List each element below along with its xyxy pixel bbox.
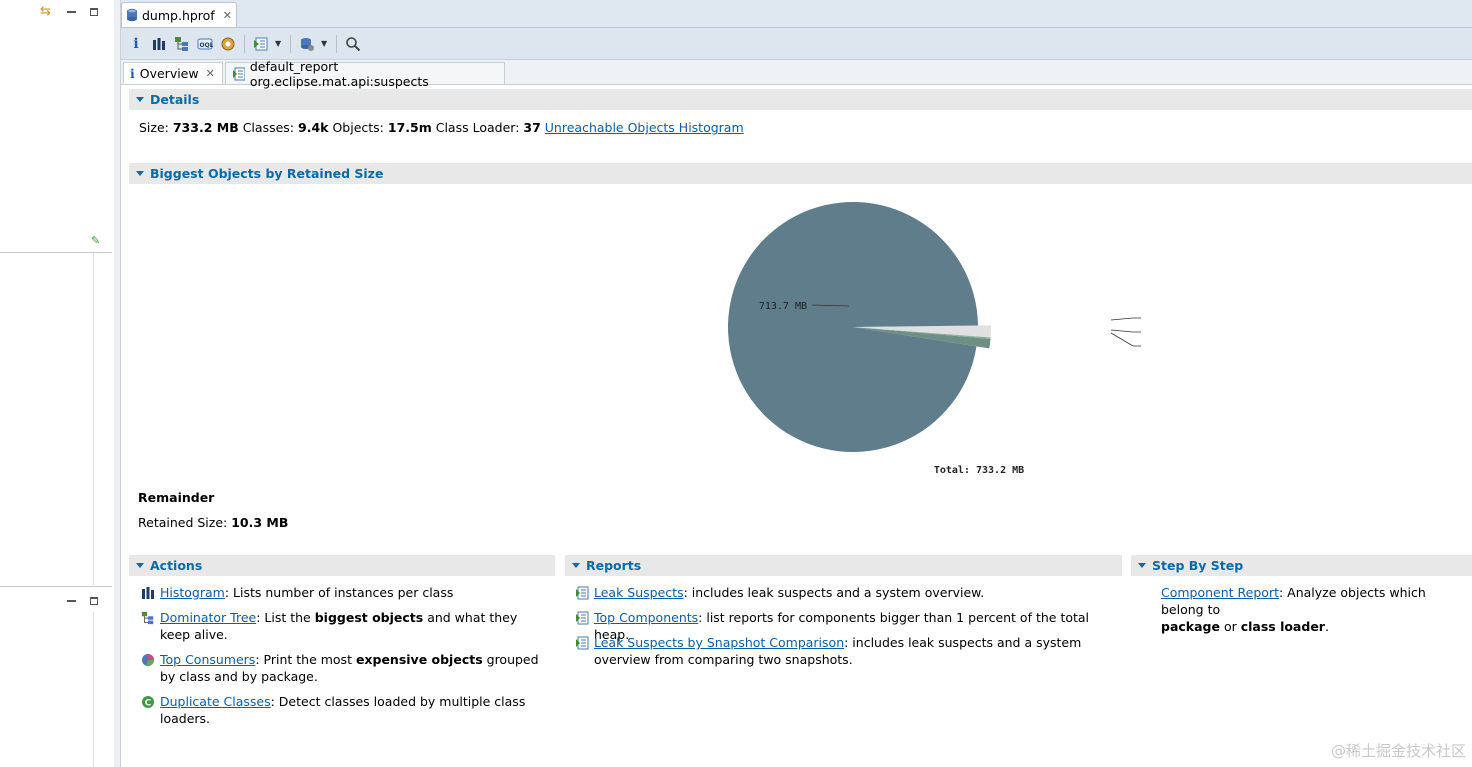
tab-label: default_report org.eclipse.mat.api:suspe…	[249, 58, 429, 89]
pie-total-label: Total: 733.2 MB	[934, 465, 1024, 476]
tab-label: Overview	[139, 65, 199, 81]
toolbar-separator	[336, 34, 337, 53]
dominator-tree-icon[interactable]	[173, 35, 191, 53]
view-inner-border	[93, 253, 94, 585]
section-title: Biggest Objects by Retained Size	[150, 166, 384, 181]
pie-leader-line	[1110, 329, 1147, 333]
details-summary: Size: 733.2 MB Classes: 9.4k Objects: 17…	[139, 120, 744, 135]
class-loader-value: 37	[523, 120, 541, 135]
leak-suspects-link[interactable]: Leak Suspects	[594, 585, 684, 600]
collapse-icon	[136, 97, 144, 102]
maximize-view-button[interactable]	[90, 8, 98, 16]
search-icon[interactable]	[344, 35, 362, 53]
close-icon[interactable]: ✕	[206, 67, 215, 80]
collapse-icon	[1138, 563, 1146, 568]
report-leak-suspects-comparison: Leak Suspects by Snapshot Comparison: in…	[575, 634, 1105, 668]
link-with-editor-icon[interactable]: ⇆	[40, 5, 51, 18]
leak-suspects-comparison-link[interactable]: Leak Suspects by Snapshot Comparison	[594, 635, 844, 650]
run-report-icon[interactable]	[252, 35, 270, 53]
actions-section-header[interactable]: Actions	[129, 555, 555, 576]
component-report-link[interactable]: Component Report	[1161, 585, 1279, 600]
action-dominator-tree: Dominator Tree: List the biggest objects…	[141, 609, 541, 643]
action-histogram: Histogram: Lists number of instances per…	[141, 584, 561, 601]
sash[interactable]	[114, 0, 121, 767]
retained-size: Retained Size: 10.3 MB	[138, 515, 289, 530]
histogram-icon	[142, 587, 154, 599]
histogram-link[interactable]: Histogram	[160, 585, 225, 600]
dominator-tree-link[interactable]: Dominator Tree	[160, 610, 256, 625]
classes-value: 9.4k	[298, 120, 329, 135]
left-view-panel: ⇆ ✎	[0, 0, 115, 767]
minimize-view-button[interactable]	[67, 600, 76, 602]
info-icon[interactable]: i	[127, 35, 145, 53]
report-leak-suspects: Leak Suspects: includes leak suspects an…	[575, 584, 1115, 601]
section-title: Actions	[150, 558, 203, 573]
retained-size-value: 10.3 MB	[231, 515, 289, 530]
action-top-consumers: Top Consumers: Print the most expensive …	[141, 651, 541, 685]
view-divider	[0, 252, 112, 253]
histogram-icon[interactable]	[150, 35, 168, 53]
editor-tab-bar: dump.hprof ✕	[121, 0, 1472, 28]
action-duplicate-classes: C Duplicate Classes: Detect classes load…	[141, 693, 561, 727]
overview-content: Details Size: 733.2 MB Classes: 9.4k Obj…	[121, 85, 1472, 767]
section-title: Step By Step	[1152, 558, 1244, 573]
chevron-down-icon[interactable]: ▼	[275, 39, 283, 48]
step-by-step-section-header[interactable]: Step By Step	[1131, 555, 1472, 576]
duplicate-classes-link[interactable]: Duplicate Classes	[160, 694, 271, 709]
collapse-icon	[136, 171, 144, 176]
watermark: @稀土掘金技术社区	[1330, 742, 1466, 760]
minimize-view-button[interactable]	[67, 11, 76, 13]
dominator-tree-icon	[141, 611, 154, 625]
view-divider	[0, 586, 112, 587]
view-inner-border	[93, 612, 94, 767]
duplicate-classes-icon: C	[142, 696, 154, 709]
pie-leader-line	[1110, 317, 1147, 321]
details-section-header[interactable]: Details	[129, 89, 1472, 110]
svg-text:OQL: OQL	[200, 42, 214, 49]
top-consumers-icon	[142, 654, 155, 667]
svg-text:C: C	[145, 699, 152, 709]
collapse-icon	[572, 563, 580, 568]
mat-toolbar: i OQL ▼ ▼	[121, 28, 1472, 60]
oql-icon[interactable]: OQL	[196, 35, 214, 53]
toolbar-separator	[290, 34, 291, 53]
pin-icon[interactable]: ✎	[91, 235, 100, 247]
top-consumers-link[interactable]: Top Consumers	[160, 652, 255, 667]
report-icon	[233, 67, 245, 80]
reports-section-header[interactable]: Reports	[565, 555, 1122, 576]
size-value: 733.2 MB	[172, 120, 239, 135]
pie-slice-label: 713.7 MB	[759, 301, 807, 312]
tab-overview[interactable]: i Overview ✕	[123, 62, 223, 84]
toolbar-separator	[244, 34, 245, 53]
report-icon	[576, 611, 589, 625]
report-icon	[576, 586, 589, 600]
step-component-report: Component Report: Analyze objects which …	[1161, 585, 1426, 634]
biggest-objects-section-header[interactable]: Biggest Objects by Retained Size	[129, 163, 1472, 184]
unreachable-objects-link[interactable]: Unreachable Objects Histogram	[545, 120, 744, 135]
editor-tab-dump-hprof[interactable]: dump.hprof ✕	[121, 2, 237, 27]
report-tab-bar: i Overview ✕ default_report org.eclipse.…	[121, 59, 1472, 89]
close-icon[interactable]: ✕	[223, 9, 232, 22]
retained-size-pie-chart: 713.7 MB10.3 MB1.3 MB8 MBTotal: 733.2 MB	[581, 193, 1191, 483]
section-title: Reports	[586, 558, 642, 573]
section-title: Details	[150, 92, 200, 107]
maximize-view-button[interactable]	[90, 597, 98, 605]
tab-default-report[interactable]: default_report org.eclipse.mat.api:suspe…	[225, 59, 505, 89]
top-components-link[interactable]: Top Components	[594, 610, 698, 625]
remainder-title: Remainder	[138, 490, 215, 505]
chevron-down-icon[interactable]: ▼	[321, 39, 329, 48]
editor-tab-title: dump.hprof	[142, 7, 215, 23]
editor-area: dump.hprof ✕ i OQL ▼ ▼ i Overview ✕ defa…	[121, 0, 1472, 767]
objects-value: 17.5m	[387, 120, 432, 135]
report-icon	[576, 636, 589, 650]
query-browser-icon[interactable]	[298, 35, 316, 53]
heap-dump-overview-icon[interactable]	[219, 35, 237, 53]
database-icon	[127, 8, 137, 22]
pie-leader-line	[1110, 332, 1147, 347]
info-icon: i	[130, 65, 135, 81]
collapse-icon	[136, 563, 144, 568]
